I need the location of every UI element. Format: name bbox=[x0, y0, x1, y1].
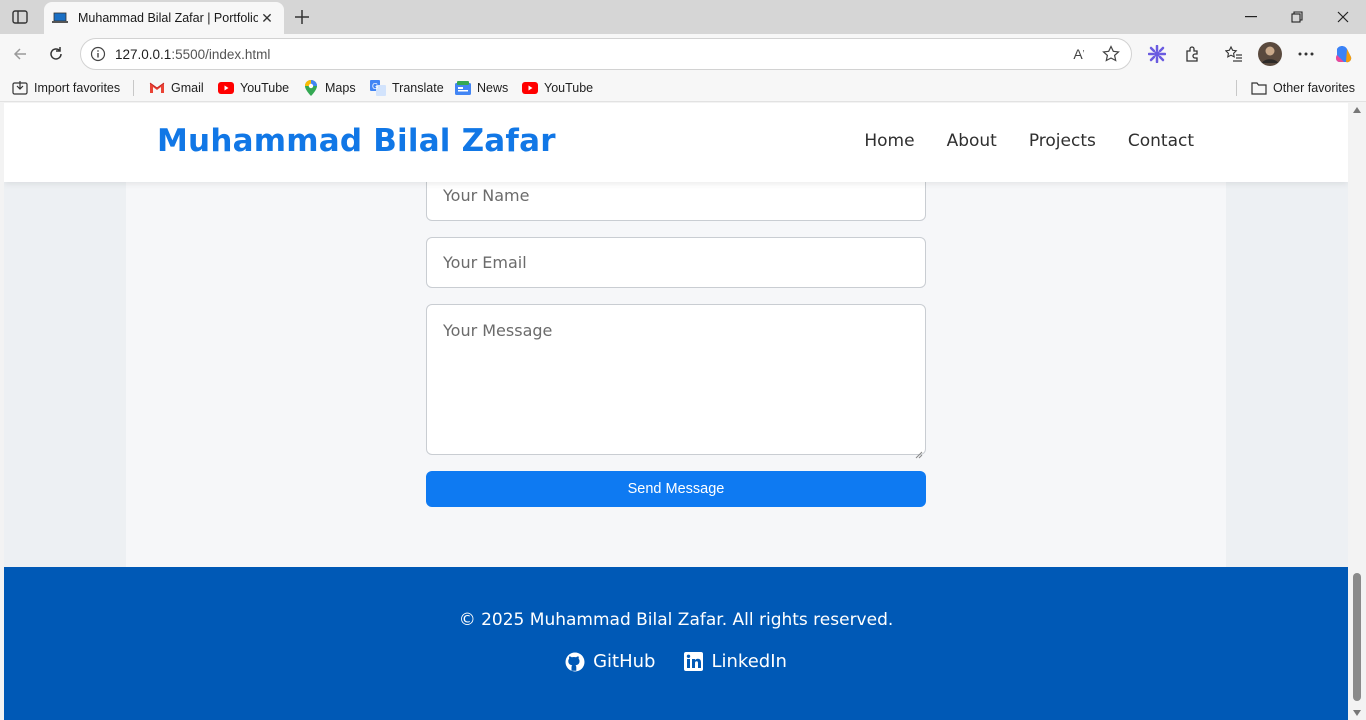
active-tab[interactable]: Muhammad Bilal Zafar | Portfolio ✕ bbox=[44, 2, 284, 34]
extensions-puzzle-icon[interactable] bbox=[1179, 40, 1207, 68]
scroll-up-icon[interactable] bbox=[1353, 107, 1361, 113]
copyright-text: © 2025 Muhammad Bilal Zafar. All rights … bbox=[458, 610, 894, 630]
email-placeholder: Your Email bbox=[443, 253, 527, 272]
message-placeholder: Your Message bbox=[443, 321, 553, 340]
translate-icon: G bbox=[370, 80, 386, 96]
site-footer: © 2025 Muhammad Bilal Zafar. All rights … bbox=[4, 567, 1348, 720]
maps-icon bbox=[303, 80, 319, 96]
read-aloud-icon[interactable]: Aʼ bbox=[1067, 42, 1091, 66]
more-menu-icon[interactable] bbox=[1292, 40, 1320, 68]
close-tab-icon[interactable]: ✕ bbox=[258, 9, 276, 27]
linkedin-link[interactable]: LinkedIn bbox=[683, 651, 787, 672]
bookmark-separator bbox=[1236, 80, 1237, 96]
bookmark-news[interactable]: News bbox=[455, 78, 508, 98]
bookmark-gmail[interactable]: Gmail bbox=[149, 78, 204, 98]
tab-title: Muhammad Bilal Zafar | Portfolio bbox=[78, 11, 258, 25]
tab-actions-icon[interactable] bbox=[8, 6, 32, 28]
linkedin-icon bbox=[683, 652, 703, 672]
message-textarea[interactable]: Your Message bbox=[426, 304, 926, 459]
nav-link-contact[interactable]: Contact bbox=[1128, 131, 1194, 151]
github-link[interactable]: GitHub bbox=[565, 651, 655, 672]
page-scrollbar[interactable] bbox=[1348, 103, 1366, 720]
youtube-icon bbox=[522, 80, 538, 96]
tab-strip: Muhammad Bilal Zafar | Portfolio ✕ bbox=[0, 0, 1366, 34]
url-text: 127.0.0.1:5500/index.html bbox=[115, 46, 271, 62]
bookmark-import-favorites[interactable]: Import favorites bbox=[12, 78, 120, 98]
favorites-list-icon[interactable] bbox=[1220, 40, 1248, 68]
favorite-star-icon[interactable] bbox=[1099, 42, 1123, 66]
site-logo[interactable]: Muhammad Bilal Zafar bbox=[157, 123, 556, 159]
bookmark-youtube-1[interactable]: YouTube bbox=[218, 78, 289, 98]
nav-link-about[interactable]: About bbox=[947, 131, 997, 151]
bookmark-separator bbox=[133, 80, 134, 96]
resize-grip-icon[interactable] bbox=[915, 444, 923, 459]
copilot-icon[interactable] bbox=[1330, 40, 1358, 68]
profile-avatar[interactable] bbox=[1256, 40, 1284, 68]
site-header: Muhammad Bilal Zafar Home About Projects… bbox=[4, 103, 1348, 182]
news-icon bbox=[455, 80, 471, 96]
address-bar[interactable]: 127.0.0.1:5500/index.html Aʼ bbox=[80, 38, 1132, 70]
folder-icon bbox=[1251, 80, 1267, 96]
bookmark-youtube-2[interactable]: YouTube bbox=[522, 78, 593, 98]
send-message-button[interactable]: Send Message bbox=[426, 471, 926, 507]
gmail-icon bbox=[149, 80, 165, 96]
name-placeholder: Your Name bbox=[443, 186, 530, 205]
refresh-icon[interactable] bbox=[42, 40, 70, 68]
back-icon[interactable] bbox=[6, 40, 34, 68]
bookmark-maps[interactable]: Maps bbox=[303, 78, 356, 98]
import-icon bbox=[12, 80, 28, 96]
page-viewport: Muhammad Bilal Zafar Home About Projects… bbox=[4, 103, 1348, 720]
site-nav: Home About Projects Contact bbox=[832, 131, 1194, 151]
bookmark-translate[interactable]: G Translate bbox=[370, 78, 444, 98]
favorites-bar: Import favorites Gmail YouTube Maps G Tr… bbox=[0, 74, 1366, 102]
extension-flower-icon[interactable] bbox=[1143, 40, 1171, 68]
new-tab-icon[interactable] bbox=[290, 5, 314, 29]
restore-icon[interactable] bbox=[1274, 0, 1320, 34]
nav-link-projects[interactable]: Projects bbox=[1029, 131, 1096, 151]
laptop-favicon-icon bbox=[52, 10, 68, 26]
window-controls bbox=[1228, 0, 1366, 34]
email-input[interactable]: Your Email bbox=[426, 237, 926, 288]
nav-link-home[interactable]: Home bbox=[864, 131, 914, 151]
browser-toolbar: 127.0.0.1:5500/index.html Aʼ bbox=[0, 34, 1366, 74]
github-icon bbox=[565, 652, 585, 672]
footer-links: GitHub LinkedIn bbox=[4, 651, 1348, 672]
site-info-icon[interactable] bbox=[89, 45, 107, 63]
bookmark-other-favorites[interactable]: Other favorites bbox=[1251, 78, 1355, 98]
minimize-icon[interactable] bbox=[1228, 0, 1274, 34]
youtube-icon bbox=[218, 80, 234, 96]
svg-text:G: G bbox=[372, 82, 378, 91]
close-window-icon[interactable] bbox=[1320, 0, 1366, 34]
scroll-down-icon[interactable] bbox=[1353, 710, 1361, 716]
scrollbar-thumb[interactable] bbox=[1353, 573, 1361, 701]
